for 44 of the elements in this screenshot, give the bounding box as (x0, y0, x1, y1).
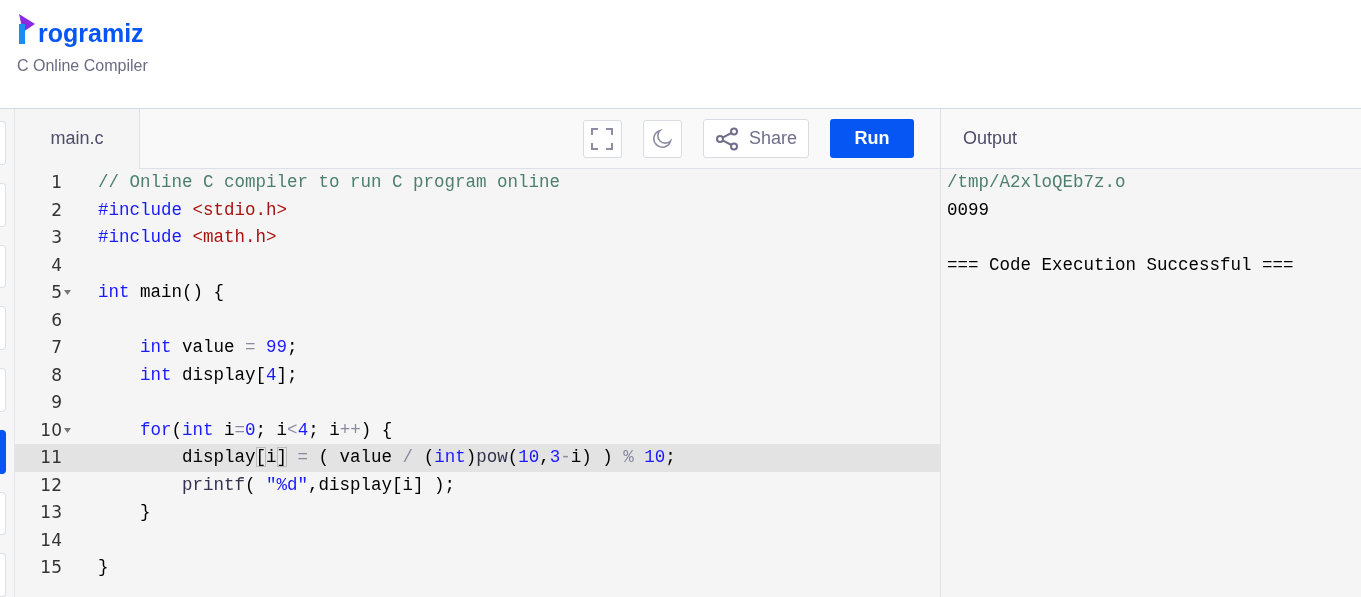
output-line: 0099 (947, 199, 989, 220)
line-number: 4 (50, 253, 62, 277)
line-number: 10 (39, 418, 62, 442)
dark-mode-button[interactable] (642, 119, 682, 158)
code-line: display[i] = ( value / (int)pow(10,3-i) ) % 10; (181, 446, 676, 469)
fold-arrow-icon[interactable] (64, 427, 71, 433)
code-line: int value = 99; (139, 336, 298, 359)
fullscreen-button[interactable] (582, 119, 622, 158)
code-line: #include <stdio.h> (97, 198, 288, 222)
logo-text[interactable]: rogramiz (38, 21, 144, 46)
line-number: 12 (39, 473, 62, 497)
line-number: 3 (50, 226, 62, 249)
code-line: int main() { (97, 281, 225, 304)
line-number: 14 (39, 528, 62, 552)
output-path: /tmp/A2xloQEb7z.o (947, 172, 1126, 192)
code-line: for(int i=0; i<4; i++) { (139, 418, 393, 442)
code-line: #include <math.h> (97, 226, 277, 249)
code-line: int display[4]; (139, 363, 298, 387)
code-line: } (139, 501, 151, 524)
code-line: // Online C compiler to run C program online (97, 171, 561, 194)
moon-icon (652, 128, 673, 149)
page-subtitle: C Online Compiler (17, 56, 149, 76)
output-title: Output (963, 127, 1018, 150)
line-number: 9 (50, 391, 62, 414)
logo-icon (17, 14, 37, 46)
line-number: 15 (39, 556, 62, 579)
share-button[interactable]: Share (702, 119, 809, 158)
file-tab[interactable]: main.c (15, 108, 140, 169)
code-line: } (97, 556, 109, 579)
line-number: 6 (50, 308, 62, 332)
line-number: 1 (50, 171, 62, 194)
line-number: 13 (39, 501, 62, 524)
line-number: 5 (50, 281, 62, 304)
sidebar-item[interactable] (0, 429, 6, 474)
share-icon (714, 126, 739, 151)
fold-arrow-icon[interactable] (64, 290, 71, 296)
line-number: 11 (39, 446, 62, 469)
run-button[interactable]: Run (830, 119, 914, 158)
line-number: 7 (50, 336, 62, 359)
output-line: === Code Execution Successful === (947, 254, 1294, 275)
line-number: 8 (50, 363, 62, 387)
line-number: 2 (50, 198, 62, 222)
code-line: printf( "%d",display[i] ); (181, 473, 456, 497)
fullscreen-icon (591, 127, 614, 150)
